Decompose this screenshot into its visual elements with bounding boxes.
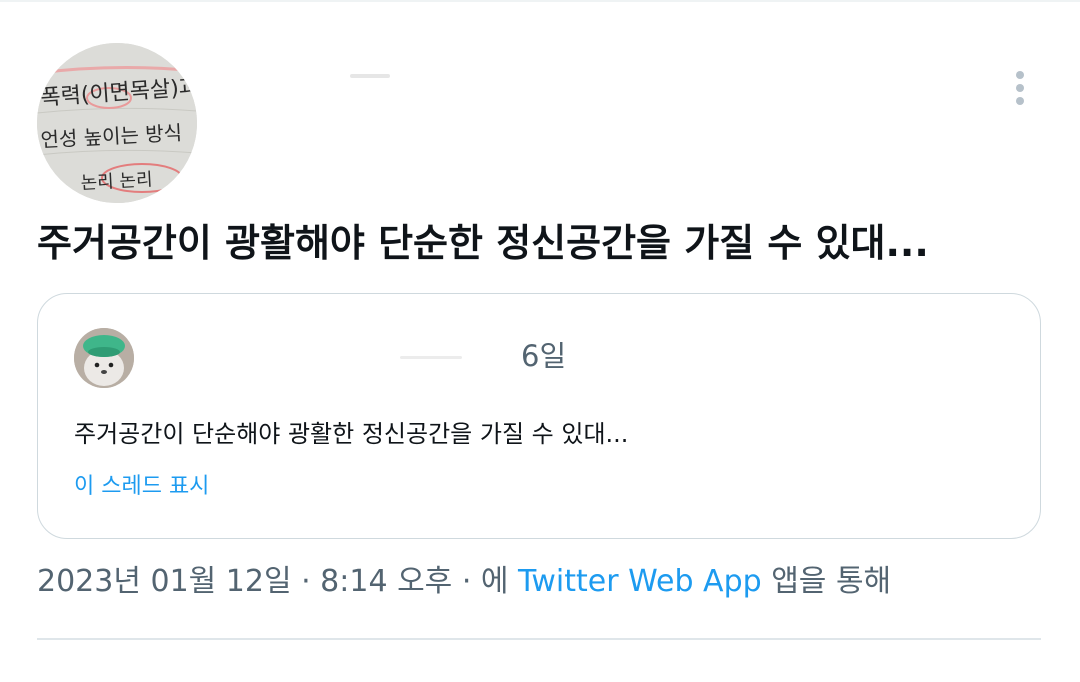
avatar-line-3: 논리 논리 [80, 169, 153, 194]
quoted-tweet-card[interactable]: 6일 주거공간이 단순해야 광활한 정신공간을 가질 수 있대... 이 스레드… [37, 293, 1041, 539]
avatar-handwriting-image: 폭력(이면목살)과 언성 높이는 방식 논리 논리 [37, 43, 197, 203]
quoted-timestamp[interactable]: 6일 [521, 338, 566, 374]
more-options-button[interactable] [1004, 66, 1036, 110]
redacted-display-name [350, 74, 390, 78]
seal-plush-image [74, 328, 134, 388]
tweet-text: 주거공간이 광활해야 단순한 정신공간을 가질 수 있대... [37, 221, 929, 265]
author-avatar[interactable]: 폭력(이면목살)과 언성 높이는 방식 논리 논리 [37, 43, 197, 203]
quoted-tweet-text: 주거공간이 단순해야 광활한 정신공간을 가질 수 있대... [74, 420, 629, 448]
show-thread-link[interactable]: 이 스레드 표시 [74, 472, 209, 502]
tweet-metadata: 2023년 01월 12일 · 8:14 오후 · 에 Twitter Web … [37, 560, 891, 604]
quoted-author-avatar[interactable] [74, 328, 134, 388]
top-divider [0, 0, 1080, 2]
source-app-link[interactable]: Twitter Web App [518, 564, 762, 599]
tweet-datetime[interactable]: 2023년 01월 12일 · 8:14 오후 · 에 [37, 564, 518, 599]
source-suffix: 앱을 통해 [761, 564, 892, 599]
more-vertical-icon [1016, 71, 1024, 79]
redacted-quoted-name [400, 356, 462, 359]
more-vertical-icon [1016, 97, 1024, 105]
bottom-divider [37, 638, 1041, 640]
more-vertical-icon [1016, 84, 1024, 92]
